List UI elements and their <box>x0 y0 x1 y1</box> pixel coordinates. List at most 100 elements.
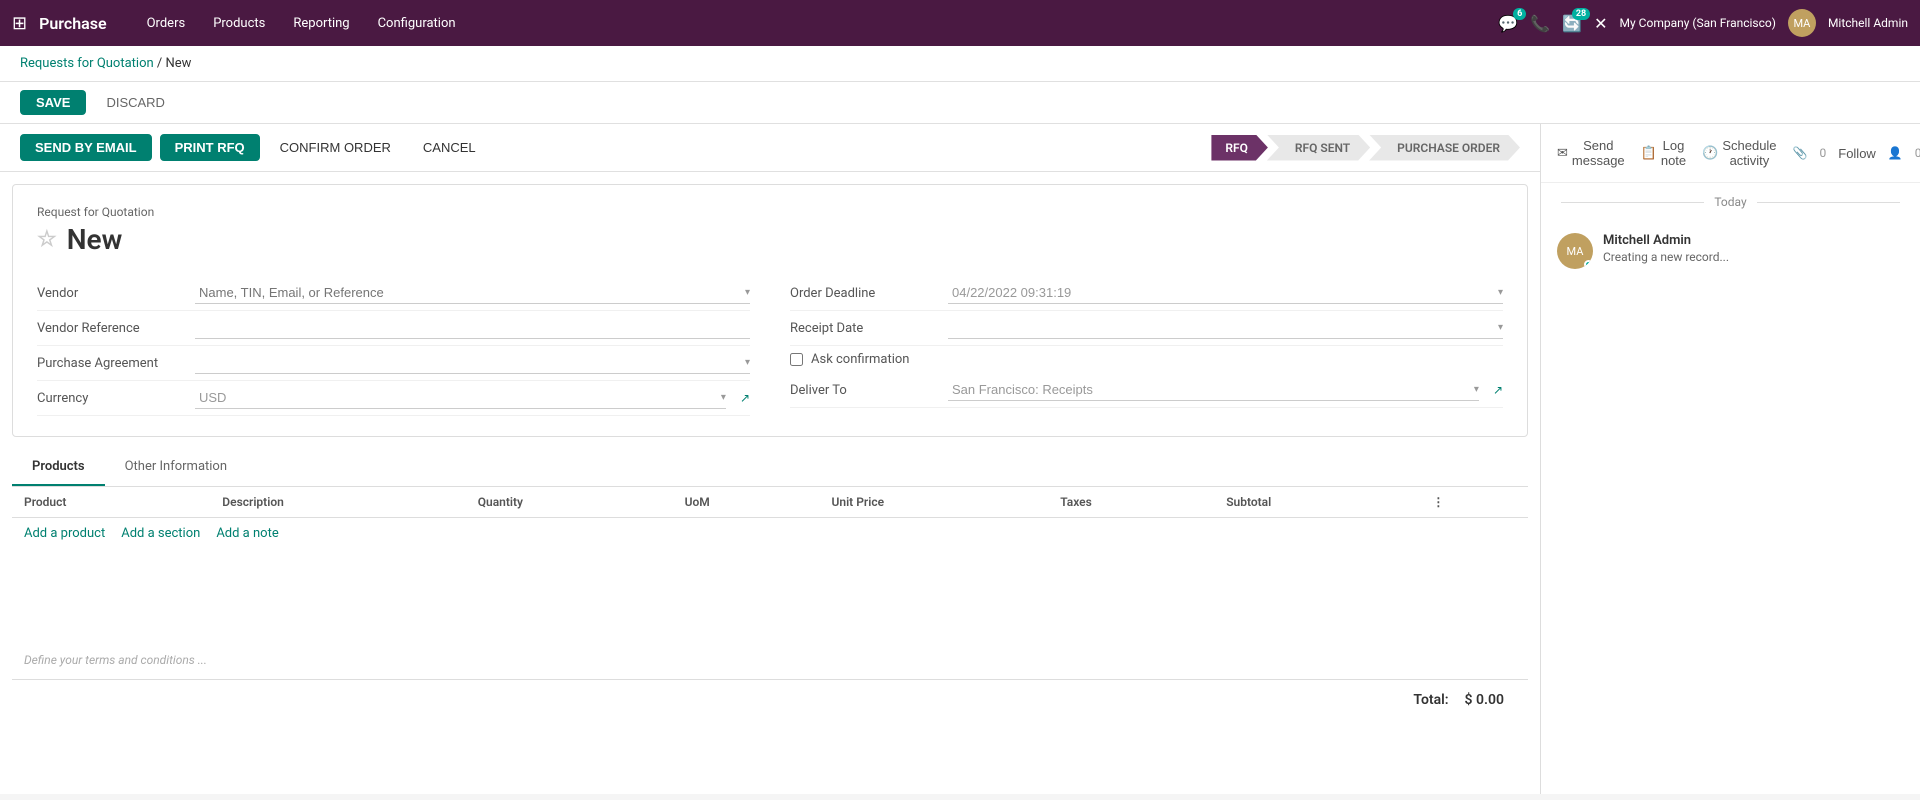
grid-icon[interactable]: ⊞ <box>12 13 27 34</box>
order-deadline-input[interactable] <box>948 282 1494 303</box>
deliver-to-label: Deliver To <box>790 383 940 398</box>
message-content: Mitchell Admin Creating a new record... <box>1603 233 1904 269</box>
favorite-star-icon[interactable]: ☆ <box>37 227 57 252</box>
currency-wrapper: ▾ <box>195 387 726 409</box>
deliver-to-external-link-icon[interactable]: ↗ <box>1493 383 1503 397</box>
send-message-icon: ✉ <box>1557 145 1568 161</box>
paperclip-icon: 📎 <box>1793 146 1808 160</box>
ask-confirmation-checkbox[interactable] <box>790 353 803 366</box>
terms-placeholder[interactable]: Define your terms and conditions ... <box>24 653 207 667</box>
message-author: Mitchell Admin <box>1603 233 1904 248</box>
log-note-button[interactable]: 📋 Log note <box>1641 134 1686 172</box>
menu-products[interactable]: Products <box>201 10 277 37</box>
phone-icon-btn[interactable]: 📞 <box>1530 14 1550 33</box>
col-subtotal: Subtotal <box>1214 487 1420 518</box>
purchase-agreement-row: Purchase Agreement ▾ <box>37 346 750 381</box>
vendor-reference-label: Vendor Reference <box>37 321 187 336</box>
print-rfq-button[interactable]: PRINT RFQ <box>160 134 260 161</box>
menu-configuration[interactable]: Configuration <box>366 10 468 37</box>
total-value: $ 0.00 <box>1465 692 1504 708</box>
breadcrumb-parent[interactable]: Requests for Quotation <box>20 56 154 71</box>
avatar-initials: MA <box>1793 17 1810 30</box>
send-message-button[interactable]: ✉ Send message <box>1557 134 1625 172</box>
add-section-link[interactable]: Add a section <box>121 526 200 541</box>
order-deadline-arrow: ▾ <box>1498 287 1503 298</box>
currency-external-link-icon[interactable]: ↗ <box>740 391 750 405</box>
col-options[interactable]: ⋮ <box>1420 487 1528 518</box>
table-header-row: Product Description Quantity UoM Unit Pr… <box>12 487 1528 518</box>
company-name: My Company (San Francisco) <box>1620 16 1776 30</box>
ask-confirmation-label: Ask confirmation <box>811 352 910 367</box>
status-bar: RFQ RFQ SENT PURCHASE ORDER <box>1211 135 1520 161</box>
log-note-icon: 📋 <box>1641 145 1657 161</box>
deliver-to-wrapper: ▾ <box>948 379 1479 401</box>
vendor-dropdown-arrow: ▾ <box>745 287 750 298</box>
receipt-date-input[interactable] <box>948 317 1494 338</box>
add-note-link[interactable]: Add a note <box>216 526 278 541</box>
table-area: Product Description Quantity UoM Unit Pr… <box>12 487 1528 561</box>
vendor-row: Vendor ▾ <box>37 276 750 311</box>
deliver-to-arrow: ▾ <box>1474 384 1479 395</box>
form-left-column: Vendor ▾ Vendor Reference Purchase Agree… <box>37 276 750 416</box>
schedule-activity-button[interactable]: 🕐 Schedule activity <box>1702 134 1776 172</box>
topnav-right: 💬 6 📞 🔄 28 ✕ My Company (San Francisco) … <box>1498 9 1908 37</box>
status-rfq-sent: RFQ SENT <box>1267 135 1370 161</box>
vendor-reference-input[interactable] <box>195 317 750 339</box>
discard-button[interactable]: DISCARD <box>94 90 177 115</box>
receipt-date-row: Receipt Date ▾ <box>790 311 1503 346</box>
save-button[interactable]: SAVE <box>20 90 86 115</box>
add-product-link[interactable]: Add a product <box>24 526 105 541</box>
purchase-agreement-input[interactable] <box>195 352 741 373</box>
app-name[interactable]: Purchase <box>39 14 107 33</box>
receipt-date-wrapper: ▾ <box>948 317 1503 339</box>
person-icon: 👤 <box>1888 146 1903 160</box>
vendor-field-wrapper: ▾ <box>195 282 750 304</box>
chatter-message: MA Mitchell Admin Creating a new record.… <box>1541 221 1920 281</box>
schedule-activity-icon: 🕐 <box>1702 145 1718 161</box>
vendor-reference-row: Vendor Reference <box>37 311 750 346</box>
order-deadline-label: Order Deadline <box>790 286 940 301</box>
chatter-panel: ✉ Send message 📋 Log note 🕐 Schedule act… <box>1540 124 1920 794</box>
menu-orders[interactable]: Orders <box>135 10 198 37</box>
message-text: Creating a new record... <box>1603 250 1904 264</box>
purchase-agreement-arrow: ▾ <box>745 357 750 368</box>
chatter-counter: 📎 0 Follow 👤 0 <box>1793 146 1920 161</box>
add-links-row: Add a product Add a section Add a note <box>12 518 1528 549</box>
breadcrumb-separator: / <box>154 56 166 71</box>
user-avatar[interactable]: MA <box>1788 9 1816 37</box>
menu-reporting[interactable]: Reporting <box>281 10 361 37</box>
col-taxes: Taxes <box>1048 487 1214 518</box>
action-bar: SEND BY EMAIL PRINT RFQ CONFIRM ORDER CA… <box>0 124 1540 172</box>
receipt-date-arrow: ▾ <box>1498 322 1503 333</box>
vendor-input[interactable] <box>195 282 741 303</box>
cancel-button[interactable]: CANCEL <box>411 135 488 160</box>
record-label: Request for Quotation <box>37 205 1503 219</box>
save-bar: SAVE DISCARD <box>0 82 1920 124</box>
spacer <box>0 561 1540 641</box>
close-icon-btn[interactable]: ✕ <box>1594 14 1607 33</box>
online-dot <box>1584 260 1593 269</box>
send-by-email-button[interactable]: SEND BY EMAIL <box>20 134 152 161</box>
confirm-order-button[interactable]: CONFIRM ORDER <box>268 135 403 160</box>
col-product: Product <box>12 487 210 518</box>
tabs-bar: Products Other Information <box>12 449 1528 487</box>
content-area: SEND BY EMAIL PRINT RFQ CONFIRM ORDER CA… <box>0 124 1540 794</box>
message-avatar: MA <box>1557 233 1593 269</box>
status-purchase-order: PURCHASE ORDER <box>1369 135 1520 161</box>
currency-arrow: ▾ <box>721 392 726 403</box>
chat-icon-btn[interactable]: 💬 6 <box>1498 14 1518 33</box>
today-label: Today <box>1704 195 1756 209</box>
total-area: Total: $ 0.00 <box>12 679 1528 720</box>
today-divider: Today <box>1541 183 1920 221</box>
deliver-to-input[interactable] <box>948 379 1470 400</box>
main-layout: SEND BY EMAIL PRINT RFQ CONFIRM ORDER CA… <box>0 124 1920 794</box>
follow-button[interactable]: Follow <box>1838 146 1876 161</box>
tab-other-information[interactable]: Other Information <box>105 449 247 486</box>
activity-icon-btn[interactable]: 🔄 28 <box>1562 14 1582 33</box>
attachment-count: 0 <box>1820 146 1827 160</box>
total-label: Total: <box>1413 692 1448 708</box>
form-right-column: Order Deadline ▾ Receipt Date ▾ <box>790 276 1503 416</box>
breadcrumb-current: New <box>166 56 192 71</box>
tab-products[interactable]: Products <box>12 449 105 486</box>
currency-input[interactable] <box>195 387 717 408</box>
